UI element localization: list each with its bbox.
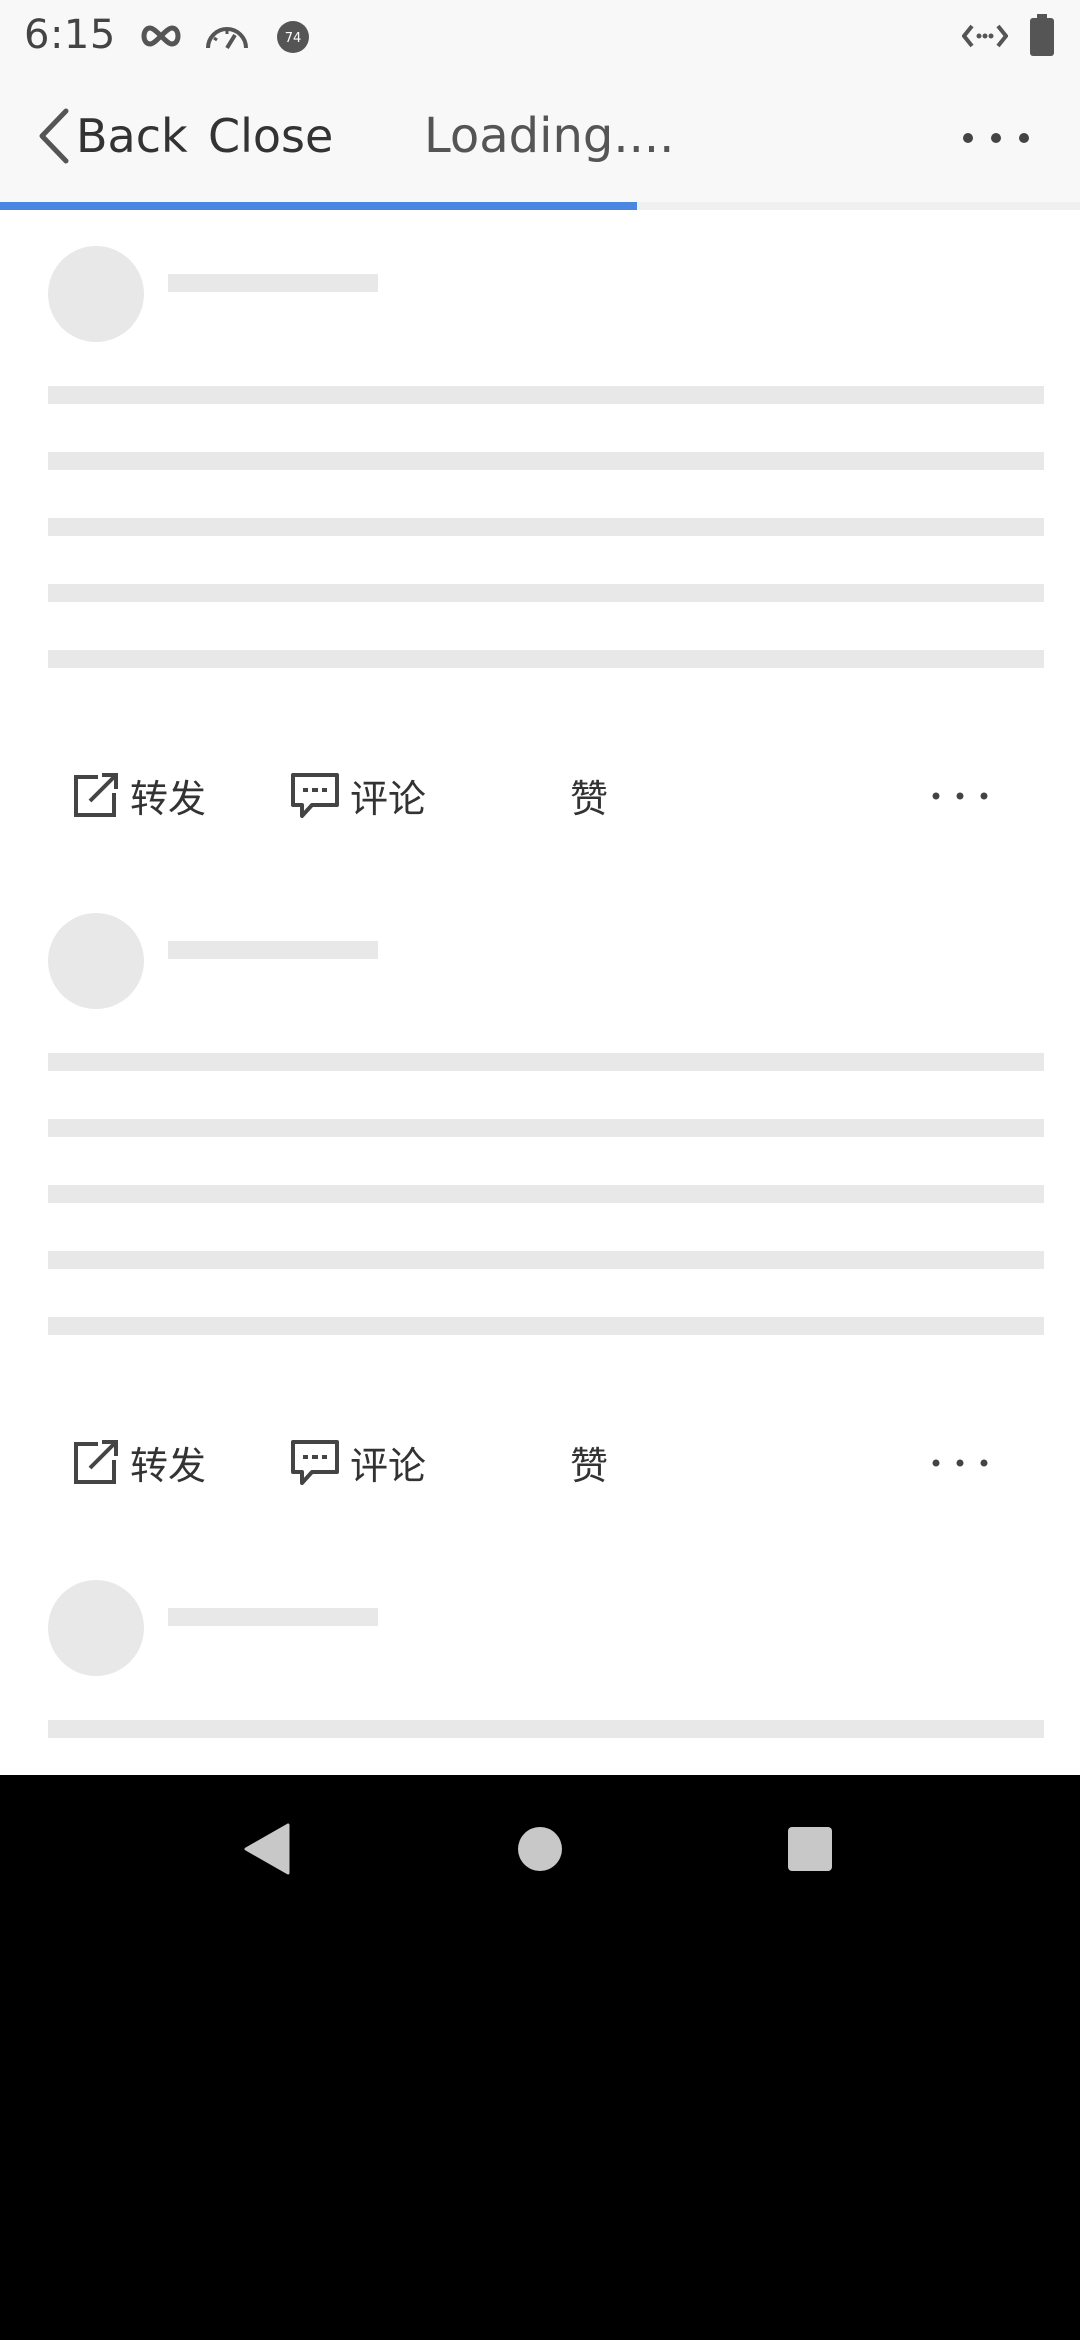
comment-icon [290, 1439, 340, 1487]
top-navigation-bar: Back Close Loading.... [0, 72, 1080, 203]
text-line-placeholder [48, 1053, 1044, 1071]
text-line-placeholder [48, 1185, 1044, 1203]
username-placeholder [168, 274, 378, 292]
status-time: 6:15 [24, 12, 116, 58]
comment-label: 评论 [350, 1444, 427, 1488]
feed-content[interactable]: 转发 评论 赞 转发 评论 赞 [0, 210, 1080, 1775]
username-placeholder [168, 941, 378, 959]
text-line-placeholder [48, 1251, 1044, 1269]
recents-square-icon[interactable] [786, 1823, 834, 1879]
system-navigation-bar [0, 1775, 1080, 1921]
close-button[interactable]: Close [208, 106, 333, 166]
comment-label: 评论 [350, 777, 427, 821]
feed-post-skeleton [0, 1544, 1080, 1775]
more-horizontal-icon [956, 133, 1036, 162]
close-label: Close [208, 109, 334, 163]
forward-button[interactable]: 转发 [72, 768, 206, 823]
post-more-button[interactable] [928, 786, 992, 826]
text-line-placeholder [48, 452, 1044, 470]
like-label: 赞 [570, 777, 609, 821]
feed-post-skeleton: 转发 评论 赞 [0, 210, 1080, 877]
more-horizontal-icon [928, 1458, 992, 1477]
forward-label: 转发 [130, 777, 207, 821]
text-line-placeholder [48, 1119, 1044, 1137]
speedometer-icon [204, 20, 250, 56]
comment-button[interactable]: 评论 [290, 1435, 426, 1490]
status-bar: 6:15 74 [0, 0, 1080, 72]
comment-button[interactable]: 评论 [290, 768, 426, 823]
page-title: Loading.... [424, 108, 675, 164]
notification-badge-icon: 74 [276, 20, 310, 58]
chevron-left-icon [36, 107, 70, 165]
like-button[interactable]: 赞 [570, 1435, 608, 1490]
home-circle-icon[interactable] [518, 1823, 562, 1879]
loading-progress-bar [0, 202, 1080, 210]
infinity-icon [140, 22, 182, 54]
loading-progress-fill [0, 202, 638, 210]
forward-label: 转发 [130, 1444, 207, 1488]
back-triangle-icon[interactable] [244, 1823, 290, 1879]
back-label: Back [76, 109, 188, 163]
text-line-placeholder [48, 650, 1044, 668]
more-horizontal-icon [928, 791, 992, 810]
post-more-button[interactable] [928, 1453, 992, 1493]
like-label: 赞 [570, 1444, 609, 1488]
share-icon [72, 772, 120, 819]
text-line-placeholder [48, 584, 1044, 602]
username-placeholder [168, 1608, 378, 1626]
forward-button[interactable]: 转发 [72, 1435, 206, 1490]
share-icon [72, 1439, 120, 1486]
feed-post-skeleton: 转发 评论 赞 [0, 877, 1080, 1544]
avatar-placeholder [48, 1580, 144, 1676]
text-line-placeholder [48, 1720, 1044, 1738]
back-button[interactable]: Back [36, 106, 188, 166]
avatar-placeholder [48, 913, 144, 1009]
badge-text: 74 [285, 31, 302, 46]
like-button[interactable]: 赞 [570, 768, 608, 823]
more-options-button[interactable] [956, 118, 1036, 158]
text-line-placeholder [48, 518, 1044, 536]
text-line-placeholder [48, 386, 1044, 404]
comment-icon [290, 772, 340, 820]
avatar-placeholder [48, 246, 144, 342]
text-line-placeholder [48, 1317, 1044, 1335]
code-icon [961, 22, 1009, 54]
battery-icon [1030, 14, 1054, 60]
